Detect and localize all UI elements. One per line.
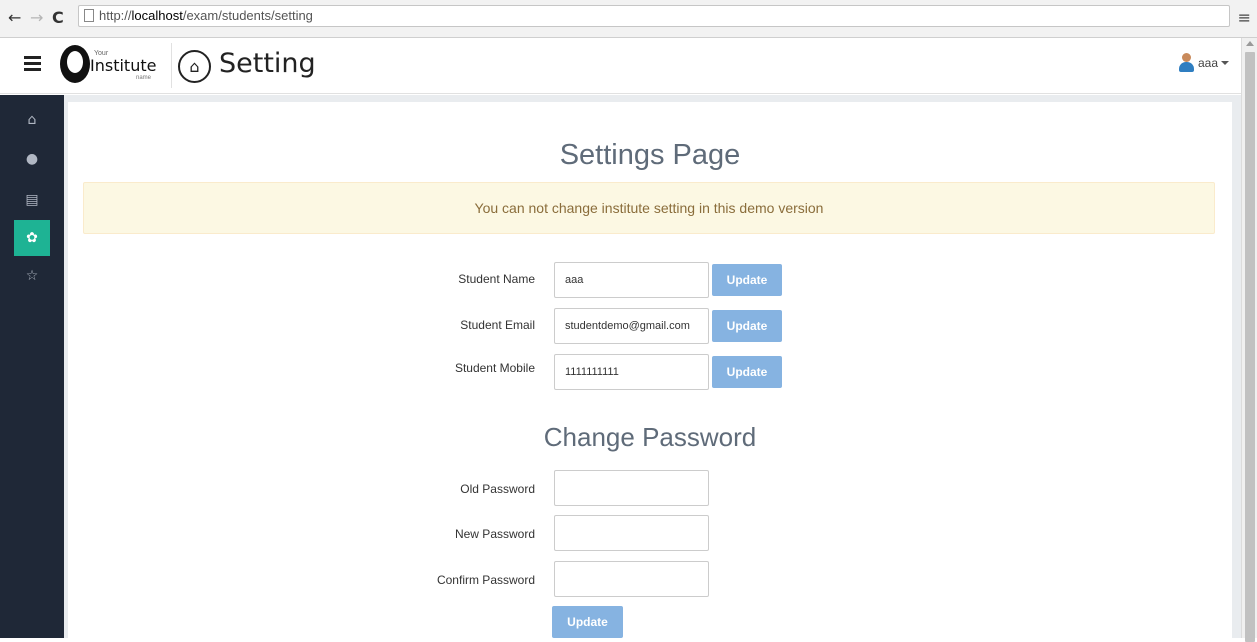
new-password-row: New Password bbox=[68, 515, 1232, 551]
content-area: Settings Page You can not change institu… bbox=[64, 95, 1241, 642]
student-mobile-row: Student Mobile Update bbox=[68, 354, 1232, 390]
old-password-input[interactable] bbox=[554, 470, 709, 506]
institute-logo[interactable]: Your Institute name bbox=[60, 43, 172, 88]
student-email-input[interactable] bbox=[554, 308, 709, 344]
back-arrow-icon[interactable]: ← bbox=[8, 8, 21, 28]
student-email-label: Student Email bbox=[460, 318, 535, 332]
settings-panel: Settings Page You can not change institu… bbox=[68, 102, 1232, 642]
settings-heading: Settings Page bbox=[559, 139, 741, 171]
update-email-button[interactable]: Update bbox=[712, 310, 782, 342]
update-mobile-button[interactable]: Update bbox=[712, 356, 782, 388]
update-name-button[interactable]: Update bbox=[712, 264, 782, 296]
logo-mark-icon bbox=[60, 45, 90, 83]
user-name: aaa bbox=[1197, 55, 1218, 70]
student-name-row: Student Name Update bbox=[68, 262, 1232, 298]
scrollbar[interactable] bbox=[1241, 38, 1257, 642]
logo-name-text: Institute bbox=[90, 56, 157, 75]
sidebar: ⌂ ● ▤ ✿ ☆ bbox=[0, 95, 64, 638]
new-password-label: New Password bbox=[454, 527, 535, 541]
browser-menu-icon[interactable]: ≡ bbox=[1238, 8, 1251, 27]
url-scheme: http:// bbox=[99, 8, 132, 23]
reload-icon[interactable]: C bbox=[52, 8, 64, 28]
scroll-up-icon[interactable] bbox=[1246, 41, 1254, 46]
old-password-label: Old Password bbox=[460, 482, 535, 496]
user-menu[interactable]: aaa bbox=[1178, 53, 1229, 73]
demo-warning-alert: You can not change institute setting in … bbox=[83, 182, 1215, 234]
logo-sub-text: name bbox=[136, 75, 152, 81]
new-password-input[interactable] bbox=[554, 515, 709, 551]
student-mobile-input[interactable] bbox=[554, 354, 709, 390]
page-icon bbox=[84, 9, 94, 22]
gear-icon[interactable]: ✿ bbox=[14, 220, 50, 256]
scrollbar-thumb[interactable] bbox=[1245, 52, 1255, 642]
chevron-down-icon bbox=[1221, 60, 1229, 65]
student-name-input[interactable] bbox=[554, 262, 709, 298]
user-icon[interactable]: ● bbox=[14, 141, 50, 177]
confirm-password-row: Confirm Password bbox=[68, 561, 1232, 597]
update-password-button[interactable]: Update bbox=[552, 606, 623, 638]
student-email-row: Student Email Update bbox=[68, 308, 1232, 344]
address-bar[interactable]: http://localhost/exam/students/setting bbox=[78, 5, 1230, 27]
home-icon[interactable]: ⌂ bbox=[14, 102, 50, 138]
url-path: /exam/students/setting bbox=[182, 8, 313, 23]
forward-arrow-icon[interactable]: → bbox=[30, 8, 43, 28]
page-title: Setting bbox=[219, 48, 316, 79]
confirm-password-input[interactable] bbox=[554, 561, 709, 597]
hamburger-menu-icon[interactable] bbox=[24, 56, 41, 71]
student-mobile-label: Student Mobile bbox=[454, 361, 535, 375]
change-password-heading: Change Password bbox=[543, 422, 757, 452]
home-icon[interactable]: ⌂ bbox=[178, 50, 211, 83]
confirm-password-label: Confirm Password bbox=[436, 573, 535, 587]
app-header: Your Institute name ⌂ Setting aaa bbox=[0, 38, 1241, 94]
avatar bbox=[1178, 53, 1194, 72]
browser-toolbar: ← → C http://localhost/exam/students/set… bbox=[0, 0, 1257, 38]
star-icon[interactable]: ☆ bbox=[14, 258, 50, 294]
list-icon[interactable]: ▤ bbox=[14, 182, 50, 218]
old-password-row: Old Password bbox=[68, 470, 1232, 506]
url-host: localhost bbox=[131, 8, 183, 23]
student-name-label: Student Name bbox=[458, 272, 535, 286]
